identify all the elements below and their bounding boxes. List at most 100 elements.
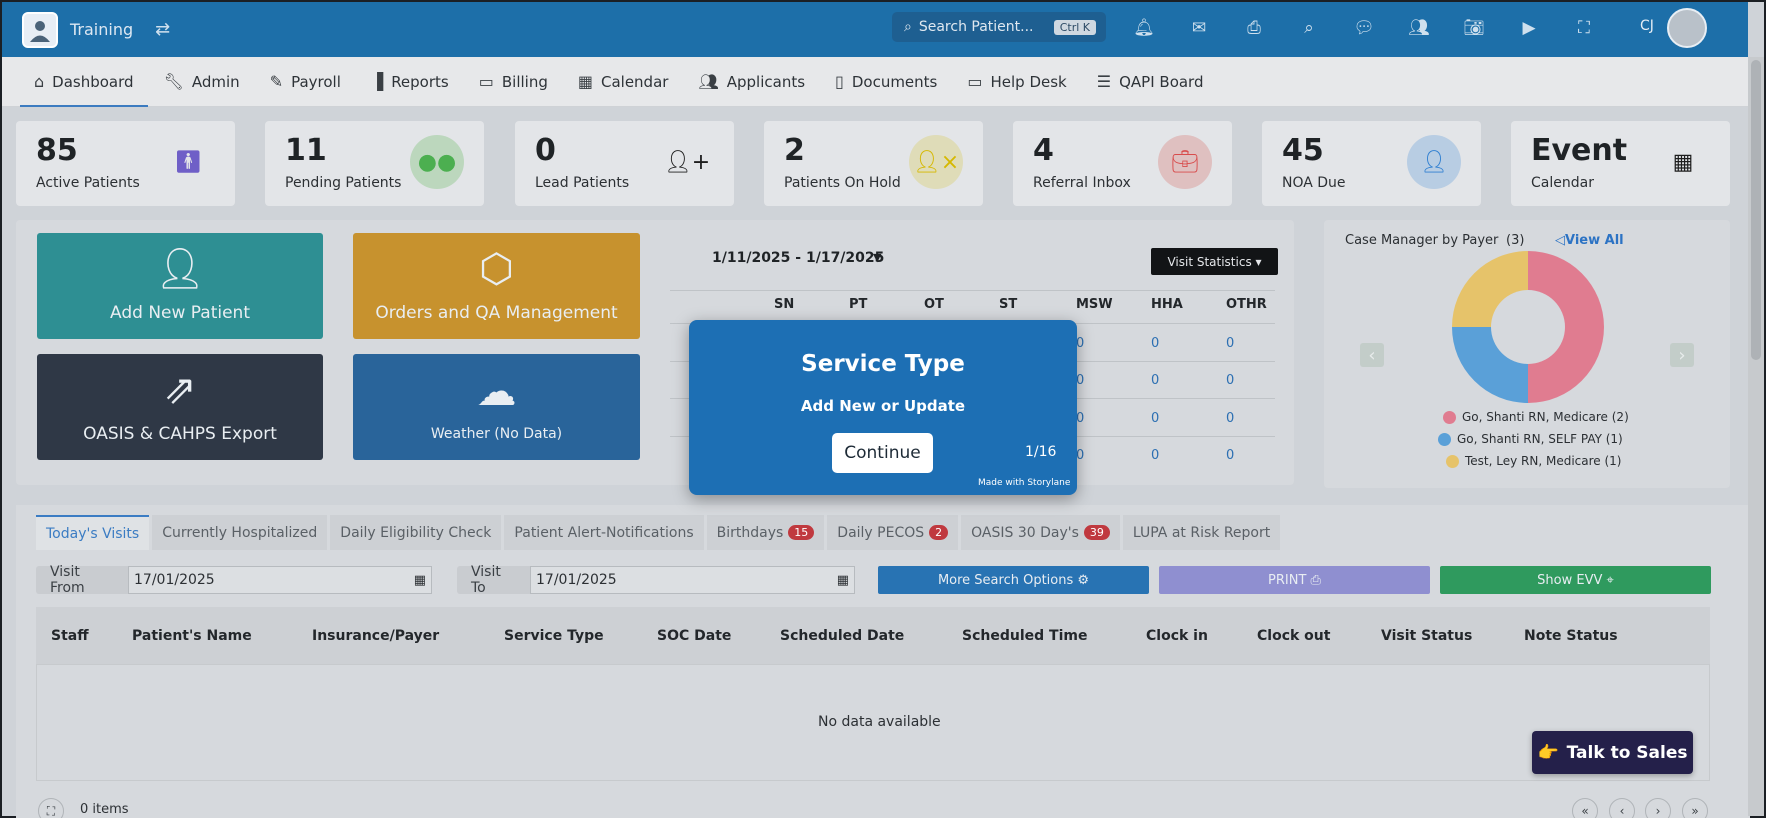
talk-to-sales-button[interactable]: 👉 Talk to Sales bbox=[1532, 731, 1693, 774]
tab-todays-visits[interactable]: Today's Visits bbox=[36, 515, 150, 550]
nav-admin[interactable]: 🔧︎ Admin bbox=[164, 57, 240, 107]
made-with-storylane[interactable]: Made with Storylane bbox=[978, 478, 1070, 488]
tab-patient-alerts[interactable]: Patient Alert-Notifications bbox=[504, 515, 704, 550]
scroll-thumb[interactable] bbox=[1751, 60, 1761, 360]
users-icon[interactable]: 👥︎ bbox=[1405, 14, 1433, 42]
calendar-icon[interactable]: ▦ bbox=[837, 573, 849, 588]
nav-qapi-board[interactable]: ☰ QAPI Board bbox=[1097, 57, 1204, 107]
search-shortcut: Ctrl K bbox=[1053, 19, 1096, 35]
th-patient-name[interactable]: Patient's Name bbox=[132, 628, 252, 644]
bell-icon[interactable]: 🔔︎ bbox=[1130, 14, 1158, 42]
app-logo[interactable] bbox=[22, 11, 58, 48]
stat-value[interactable]: 0 bbox=[1076, 373, 1084, 388]
chat-icon[interactable]: 💬︎ bbox=[1350, 14, 1378, 42]
col-sn: SN bbox=[774, 297, 795, 312]
th-clock-in[interactable]: Clock in bbox=[1146, 628, 1208, 644]
printer-icon[interactable]: ⎙ bbox=[1240, 14, 1268, 42]
calendar-icon[interactable]: ▦ bbox=[414, 573, 426, 588]
search-icon[interactable]: ⌕ bbox=[1295, 14, 1323, 42]
nav-dashboard[interactable]: ⌂ Dashboard bbox=[20, 57, 148, 107]
nav-documents[interactable]: ▯ Documents bbox=[835, 57, 937, 107]
th-insurance[interactable]: Insurance/Payer bbox=[312, 628, 439, 644]
stat-value[interactable]: 0 bbox=[1151, 411, 1159, 426]
nav-reports[interactable]: ▐ Reports bbox=[371, 57, 449, 107]
stat-lead-patients[interactable]: 0 Lead Patients 👤︎+ bbox=[515, 121, 734, 206]
stat-value[interactable]: 0 bbox=[1151, 373, 1159, 388]
th-service-type[interactable]: Service Type bbox=[504, 628, 604, 644]
stat-value[interactable]: 0 bbox=[1226, 448, 1234, 463]
next-page-icon[interactable]: › bbox=[1645, 798, 1671, 818]
visit-from-input[interactable]: 17/01/2025 ▦ bbox=[128, 566, 432, 594]
tab-currently-hospitalized[interactable]: Currently Hospitalized bbox=[152, 515, 328, 550]
camera-icon[interactable]: 📷︎ bbox=[1460, 14, 1488, 42]
stat-active-patients[interactable]: 85 Active Patients 🚹︎ bbox=[16, 121, 235, 206]
tab-oasis-30[interactable]: OASIS 30 Day's 39 bbox=[961, 515, 1120, 550]
add-new-patient-tile[interactable]: 👤︎ Add New Patient bbox=[37, 233, 323, 339]
stat-value[interactable]: 0 bbox=[1226, 373, 1234, 388]
th-visit-status[interactable]: Visit Status bbox=[1381, 628, 1472, 644]
stat-event-calendar[interactable]: Event Calendar ▦ bbox=[1511, 121, 1730, 206]
fullscreen-icon[interactable]: ⛶ bbox=[1570, 14, 1598, 42]
stat-pending-patients[interactable]: 11 Pending Patients ●● bbox=[265, 121, 484, 206]
th-note-status[interactable]: Note Status bbox=[1524, 628, 1618, 644]
date-range[interactable]: 1/11/2025 - 1/17/2025 bbox=[712, 250, 884, 266]
chevron-right-icon[interactable]: › bbox=[1670, 343, 1694, 367]
tab-daily-pecos[interactable]: Daily PECOS 2 bbox=[827, 515, 959, 550]
wrench-icon: 🔧︎ bbox=[163, 72, 184, 91]
col-msw: MSW bbox=[1076, 297, 1113, 312]
visit-statistics-button[interactable]: Visit Statistics ▾ bbox=[1151, 248, 1278, 275]
visit-to-input[interactable]: 17/01/2025 ▦ bbox=[530, 566, 855, 594]
legend-dot bbox=[1438, 432, 1451, 446]
stat-value[interactable]: 0 bbox=[1076, 336, 1084, 351]
th-scheduled-date[interactable]: Scheduled Date bbox=[780, 628, 904, 644]
th-soc-date[interactable]: SOC Date bbox=[657, 628, 731, 644]
more-search-options-button[interactable]: More Search Options ⚙ bbox=[878, 566, 1149, 594]
tab-birthdays[interactable]: Birthdays 15 bbox=[706, 515, 825, 550]
continue-button[interactable]: Continue bbox=[832, 433, 933, 473]
stat-value[interactable]: 0 bbox=[1226, 411, 1234, 426]
last-page-icon[interactable]: » bbox=[1682, 798, 1708, 818]
nav-payroll[interactable]: ✎ Payroll bbox=[270, 57, 341, 107]
tab-daily-eligibility[interactable]: Daily Eligibility Check bbox=[330, 515, 502, 550]
video-icon[interactable]: ▶ bbox=[1515, 14, 1543, 42]
expand-icon[interactable]: ⛶ bbox=[38, 798, 64, 818]
count-badge: 2 bbox=[929, 525, 949, 540]
patient-search[interactable]: ⌕ Search Patient... Ctrl K bbox=[892, 12, 1106, 42]
show-evv-button[interactable]: Show EVV ⌖ bbox=[1440, 566, 1711, 594]
nav-calendar[interactable]: ▦ Calendar bbox=[578, 57, 669, 107]
stat-patients-on-hold[interactable]: 2 Patients On Hold 👤︎× bbox=[764, 121, 983, 206]
stat-value[interactable]: 0 bbox=[1151, 336, 1159, 351]
stat-value[interactable]: 0 bbox=[1076, 411, 1084, 426]
user-x-icon: 👤︎× bbox=[909, 135, 963, 189]
avatar[interactable] bbox=[1667, 8, 1707, 48]
weather-tile[interactable]: ☁ Weather (No Data) bbox=[353, 354, 640, 460]
stat-value[interactable]: 0 bbox=[1151, 448, 1159, 463]
chevron-left-icon[interactable]: ‹ bbox=[1360, 343, 1384, 367]
switch-icon[interactable]: ⇄ bbox=[155, 19, 170, 40]
view-all-link[interactable]: ◁View All bbox=[1555, 233, 1624, 248]
chevron-down-icon[interactable]: ▼ bbox=[873, 251, 881, 264]
service-type-tour-modal: Service Type Add New or Update Continue … bbox=[689, 320, 1077, 495]
nav-help-desk[interactable]: ▭ Help Desk bbox=[967, 57, 1066, 107]
item-count: 0 items bbox=[80, 802, 129, 817]
print-button[interactable]: PRINT ⎙ bbox=[1159, 566, 1430, 594]
case-manager-count: (3) bbox=[1506, 233, 1525, 248]
stat-referral-inbox[interactable]: 4 Referral Inbox 💼︎ bbox=[1013, 121, 1232, 206]
ticket-icon: ▭ bbox=[967, 72, 983, 91]
tab-lupa-risk[interactable]: LUPA at Risk Report bbox=[1122, 515, 1281, 550]
stat-value[interactable]: 0 bbox=[1076, 448, 1084, 463]
legend-dot bbox=[1443, 410, 1456, 424]
orders-qa-tile[interactable]: ⬡ Orders and QA Management bbox=[353, 233, 640, 339]
first-page-icon[interactable]: « bbox=[1572, 798, 1598, 818]
th-scheduled-time[interactable]: Scheduled Time bbox=[962, 628, 1087, 644]
th-staff[interactable]: Staff bbox=[51, 628, 89, 644]
modal-subtitle: Add New or Update bbox=[800, 397, 966, 415]
oasis-export-tile[interactable]: ⇗ OASIS & CAHPS Export bbox=[37, 354, 323, 460]
stat-value[interactable]: 0 bbox=[1226, 336, 1234, 351]
nav-applicants[interactable]: 👥︎ Applicants bbox=[698, 57, 805, 107]
nav-billing[interactable]: ▭ Billing bbox=[479, 57, 548, 107]
mail-icon[interactable]: ✉ bbox=[1185, 14, 1213, 42]
prev-page-icon[interactable]: ‹ bbox=[1609, 798, 1635, 818]
stat-noa-due[interactable]: 45 NOA Due 👤︎ bbox=[1262, 121, 1481, 206]
th-clock-out[interactable]: Clock out bbox=[1257, 628, 1330, 644]
